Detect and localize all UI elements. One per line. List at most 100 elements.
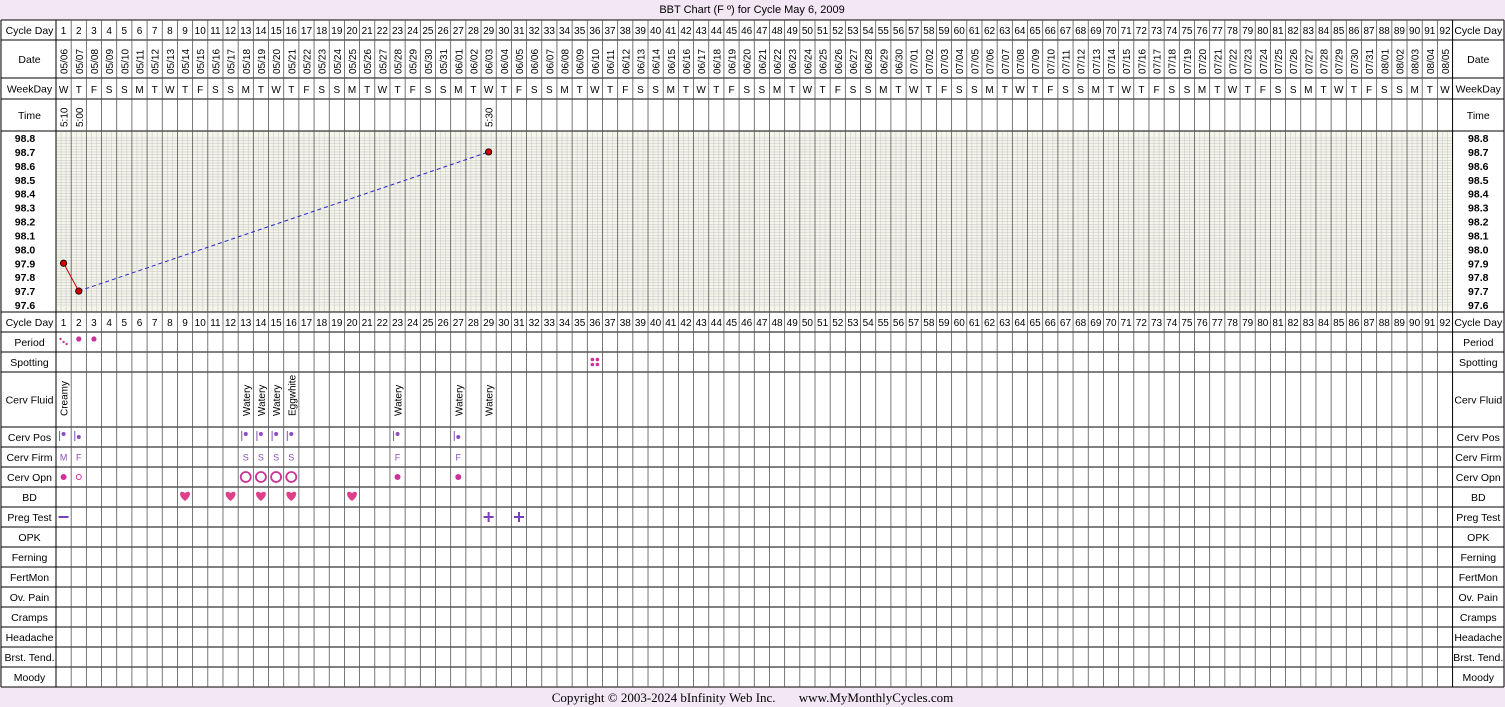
spotting-dot	[590, 357, 595, 362]
cycle-day-number: 43	[696, 318, 708, 329]
date-label: 05/06	[60, 49, 71, 74]
cycle-day-number: 3	[91, 26, 97, 37]
row-label-cerv-opn: Cerv Opn	[7, 472, 52, 484]
cerv-pos-dot	[61, 432, 66, 436]
cycle-day-number: 78	[1227, 318, 1239, 329]
cycle-day-number: 12	[225, 26, 237, 37]
row-label-right-weekday: WeekDay	[1456, 84, 1502, 96]
date-label: 05/08	[90, 49, 101, 74]
date-label: 05/12	[151, 49, 162, 74]
cycle-day-number: 42	[680, 318, 692, 329]
cycle-day-number: 32	[529, 318, 541, 329]
weekday-label: T	[820, 85, 826, 96]
cycle-day-number: 53	[847, 318, 859, 329]
cycle-day-number: 25	[422, 26, 434, 37]
row-label-cycle-day: Cycle Day	[6, 317, 55, 329]
cycle-day-number: 83	[1303, 26, 1315, 37]
row-label-preg-test: Preg Test	[7, 512, 51, 524]
date-label: 07/10	[1046, 49, 1057, 74]
row-label-right-bd: BD	[1471, 492, 1486, 504]
weekday-label: S	[1290, 85, 1297, 96]
cycle-day-number: 33	[544, 26, 556, 37]
weekday-label: T	[577, 85, 583, 96]
date-label: 07/29	[1335, 49, 1346, 74]
date-label: 06/29	[879, 49, 890, 74]
date-label: 07/17	[1153, 49, 1164, 74]
period-spot	[59, 337, 62, 341]
date-label: 06/26	[834, 49, 845, 74]
row-label-right-moody: Moody	[1463, 672, 1495, 684]
cycle-day-number: 58	[923, 318, 935, 329]
cycle-day-number: 37	[605, 318, 617, 329]
cerv-fluid-label: Watery	[272, 385, 283, 416]
weekday-label: T	[1320, 85, 1326, 96]
site-link[interactable]: www.MyMonthlyCycles.com	[799, 690, 953, 705]
cycle-day-number: 53	[847, 26, 859, 37]
cycle-day-number: 92	[1439, 318, 1451, 329]
temp-tick-label-right: 98.7	[1468, 147, 1489, 159]
cycle-day-number: 4	[106, 26, 112, 37]
weekday-label: M	[348, 85, 356, 96]
cycle-day-number: 55	[878, 318, 890, 329]
cycle-day-number: 21	[362, 318, 374, 329]
weekday-label: T	[394, 85, 400, 96]
date-label: 07/16	[1137, 49, 1148, 74]
cycle-day-number: 68	[1075, 26, 1087, 37]
row-label-right-cycle-day: Cycle Day	[1454, 317, 1503, 329]
date-label: 06/13	[636, 49, 647, 74]
row-label-right-headache: Headache	[1454, 632, 1502, 644]
date-label: 08/04	[1426, 49, 1437, 74]
date-label: 05/29	[409, 49, 420, 74]
cycle-day-number: 44	[711, 318, 723, 329]
cerv-firm-label: M	[60, 453, 68, 463]
cerv-firm-label: S	[243, 453, 249, 463]
date-label: 05/21	[287, 49, 298, 74]
date-label: 06/21	[758, 49, 769, 74]
date-label: 05/07	[75, 49, 86, 74]
cycle-day-number: 70	[1105, 318, 1117, 329]
weekday-label: M	[1198, 85, 1206, 96]
weekday-label: S	[212, 85, 219, 96]
date-label: 07/27	[1304, 49, 1315, 74]
weekday-label: T	[258, 85, 264, 96]
date-label: 05/14	[181, 49, 192, 74]
weekday-label: W	[1228, 85, 1238, 96]
date-label: 07/25	[1274, 49, 1285, 74]
cycle-day-number: 2	[76, 318, 82, 329]
cycle-day-number: 66	[1045, 26, 1057, 37]
weekday-label: W	[590, 85, 600, 96]
weekday-label: T	[1108, 85, 1114, 96]
cycle-day-number: 56	[893, 26, 905, 37]
cycle-day-number: 7	[152, 26, 158, 37]
date-label: 06/20	[743, 49, 754, 74]
date-label: 06/16	[682, 49, 693, 74]
row-label-right-cerv-fluid: Cerv Fluid	[1454, 395, 1502, 407]
cycle-day-number: 5	[122, 26, 128, 37]
row-label-right-opk: OPK	[1467, 532, 1489, 544]
cycle-day-number: 55	[878, 26, 890, 37]
row-label-right-cerv-firm: Cerv Firm	[1455, 452, 1501, 464]
cycle-day-number: 24	[407, 26, 419, 37]
cycle-day-number: 91	[1424, 26, 1436, 37]
spotting-dot	[590, 362, 595, 367]
date-label: 07/12	[1077, 49, 1088, 74]
temp-tick-label: 97.8	[15, 272, 36, 284]
weekday-label: W	[909, 85, 919, 96]
cycle-day-number: 51	[817, 26, 829, 37]
row-label-time: Time	[18, 110, 41, 122]
cycle-day-number: 32	[529, 26, 541, 37]
date-label: 07/24	[1259, 49, 1270, 74]
date-label: 06/14	[652, 49, 663, 74]
date-label: 07/09	[1031, 49, 1042, 74]
cycle-day-number: 46	[741, 318, 753, 329]
row-label-headache: Headache	[6, 632, 54, 644]
bbt-chart: BBT Chart (F º) for Cycle May 6, 2009 Cyc…	[0, 4, 1505, 688]
cycle-day-number: 48	[771, 318, 783, 329]
date-label: 05/11	[135, 49, 146, 74]
temp-tick-label-right: 98.2	[1468, 217, 1489, 229]
date-label: 07/11	[1061, 49, 1072, 74]
cycle-day-number: 89	[1394, 318, 1406, 329]
date-label: 06/19	[728, 49, 739, 74]
cycle-day-number: 82	[1288, 26, 1300, 37]
cycle-day-number: 73	[1151, 26, 1163, 37]
